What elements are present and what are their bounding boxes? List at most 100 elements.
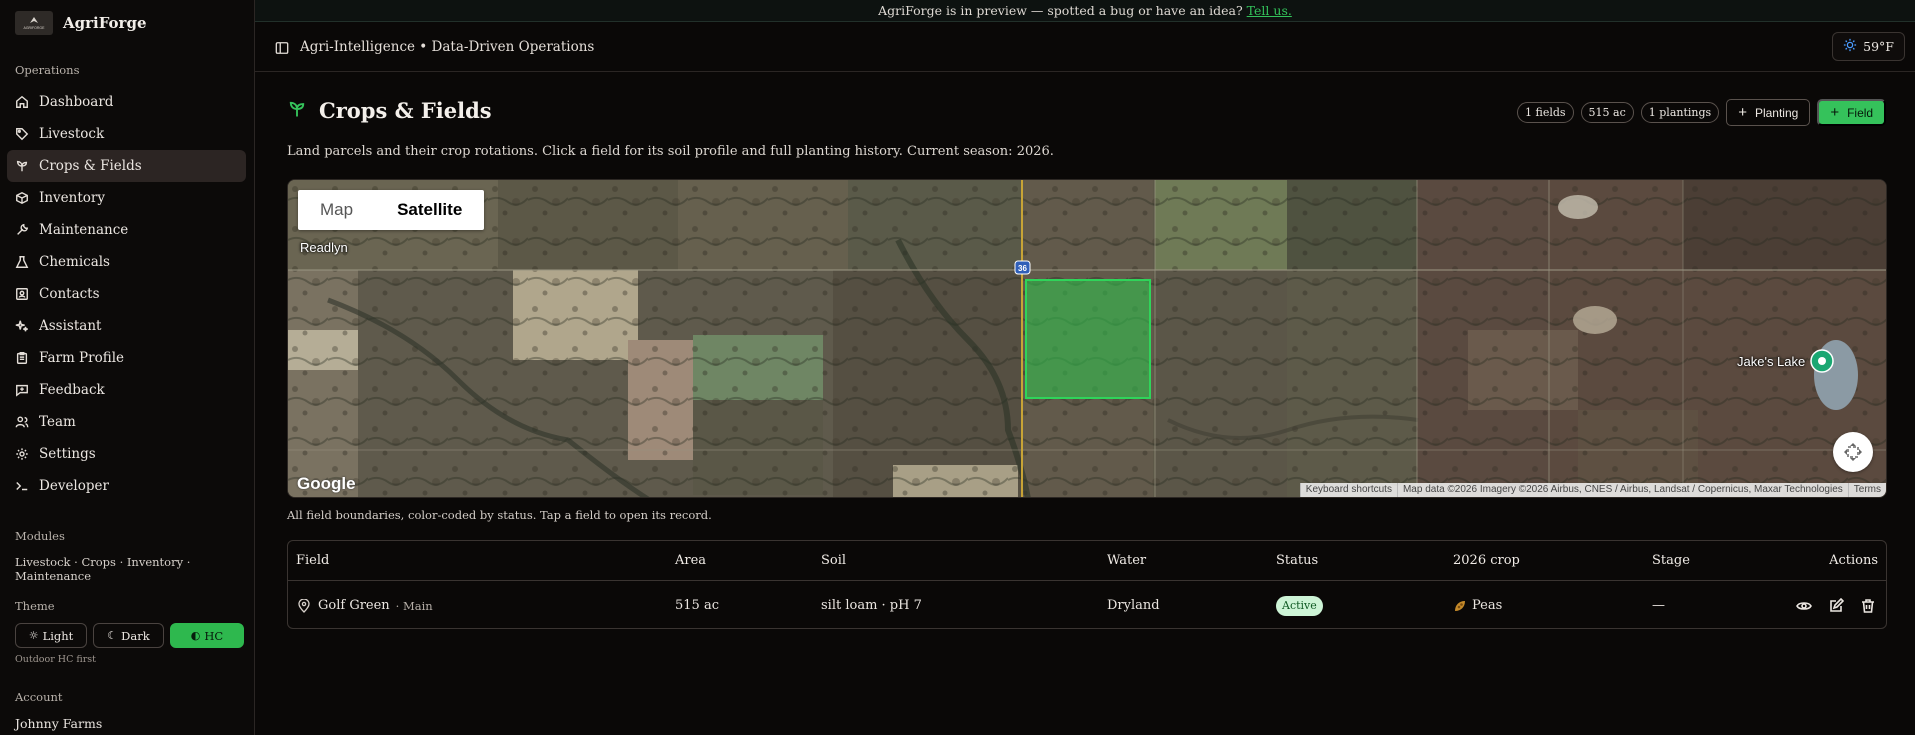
- actions-cell: [1780, 582, 1876, 629]
- stage-cell: —: [1652, 598, 1665, 613]
- sidebar-item-crops-fields[interactable]: Crops & Fields: [7, 150, 246, 182]
- modules-list: Livestock · Crops · Inventory · Maintena…: [15, 555, 191, 583]
- soil-cell: silt loam · pH 7: [821, 598, 922, 613]
- weather-temp: 59°F: [1863, 39, 1894, 54]
- satellite-imagery: 36: [288, 180, 1886, 497]
- map-view-button[interactable]: Map: [298, 190, 375, 230]
- move-icon: [1844, 443, 1862, 461]
- sprout-icon: [15, 159, 29, 173]
- theme-dark-label: Dark: [121, 628, 150, 643]
- add-field-label: Field: [1847, 105, 1874, 120]
- add-planting-button[interactable]: + Planting: [1726, 99, 1811, 126]
- column-header-water[interactable]: Water: [1107, 541, 1146, 580]
- sidebar-item-livestock[interactable]: Livestock: [7, 118, 246, 150]
- area-chip: 515 ac: [1580, 102, 1634, 123]
- sidebar-item-team[interactable]: Team: [7, 406, 246, 438]
- sidebar-item-feedback[interactable]: Feedback: [7, 374, 246, 406]
- column-header-field[interactable]: Field: [296, 541, 329, 580]
- edit-icon[interactable]: [1828, 597, 1844, 614]
- map-type-toggle: Map Satellite: [298, 190, 485, 230]
- page-title: Crops & Fields: [319, 98, 492, 123]
- field-name[interactable]: Golf Green: [318, 598, 390, 613]
- map-caption: All field boundaries, color-coded by sta…: [287, 508, 712, 522]
- sidebar-item-label: Team: [39, 414, 76, 430]
- add-field-button[interactable]: + Field: [1817, 99, 1887, 126]
- theme-hint: Outdoor HC first: [15, 654, 96, 665]
- plantings-chip: 1 plantings: [1640, 102, 1720, 123]
- table-row[interactable]: Golf Green · Main 515 ac silt loam · pH …: [288, 582, 1886, 629]
- trash-icon[interactable]: [1860, 598, 1876, 614]
- column-header-actions: Actions: [1829, 553, 1878, 568]
- sidebar-item-label: Livestock: [39, 126, 105, 142]
- table-header: Field Area Soil Water Status 2026 crop S…: [288, 541, 1886, 581]
- moon-icon: ☾: [107, 629, 118, 642]
- theme-switcher: ☼ Light ☾ Dark ◐ HC: [15, 623, 244, 648]
- sidebar-item-label: Settings: [39, 446, 96, 462]
- page-heading: Crops & Fields: [287, 98, 492, 123]
- brand-logo: AGRIFORGE: [15, 11, 53, 35]
- crop-name: Peas: [1472, 598, 1503, 613]
- message-icon: [15, 383, 29, 397]
- theme-hc-button[interactable]: ◐ HC: [170, 623, 244, 648]
- account-label: Account: [15, 690, 63, 704]
- sidebar-item-assistant[interactable]: Assistant: [7, 310, 246, 342]
- column-header-soil[interactable]: Soil: [821, 541, 846, 580]
- map-pin-icon: [298, 598, 310, 613]
- brand-name: AgriForge: [63, 14, 147, 32]
- sidebar-item-label: Crops & Fields: [39, 158, 142, 174]
- google-logo: Google: [297, 474, 356, 493]
- svg-text:AGRIFORGE: AGRIFORGE: [23, 26, 45, 30]
- sidebar-toggle-icon[interactable]: [275, 40, 289, 54]
- column-header-crop[interactable]: 2026 crop: [1453, 541, 1520, 580]
- weather-widget[interactable]: 59°F: [1832, 32, 1905, 61]
- column-header-area[interactable]: Area: [675, 541, 706, 580]
- operations-label: Operations: [15, 63, 80, 77]
- theme-dark-button[interactable]: ☾ Dark: [93, 623, 164, 648]
- satellite-map[interactable]: 36 Map Satellite Readlyn Jake's Lake Goo…: [287, 179, 1887, 498]
- preview-banner: AgriForge is in preview — spotted a bug …: [255, 0, 1915, 22]
- area-cell: 515 ac: [675, 598, 719, 613]
- map-camera-control[interactable]: [1833, 432, 1873, 472]
- view-eye-icon[interactable]: [1796, 598, 1812, 614]
- column-header-stage[interactable]: Stage: [1652, 541, 1690, 580]
- account-name[interactable]: Johnny Farms: [15, 716, 102, 731]
- sun-icon: ☼: [28, 629, 39, 642]
- brand[interactable]: AGRIFORGE AgriForge: [15, 10, 147, 36]
- plus-icon: +: [1830, 104, 1840, 121]
- sidebar-item-contacts[interactable]: Contacts: [7, 278, 246, 310]
- brand-logo-icon: AGRIFORGE: [23, 17, 45, 30]
- sidebar-item-developer[interactable]: Developer: [7, 470, 246, 502]
- sparkles-icon: [15, 319, 29, 333]
- sidebar-item-inventory[interactable]: Inventory: [7, 182, 246, 214]
- app-root: AGRIFORGE AgriForge Operations Dashboard…: [0, 0, 1915, 735]
- keyboard-shortcuts-link[interactable]: Keyboard shortcuts: [1299, 483, 1397, 497]
- tag-icon: [15, 127, 29, 141]
- theme-light-button[interactable]: ☼ Light: [15, 623, 87, 648]
- box-icon: [15, 191, 29, 205]
- plus-icon: +: [1738, 104, 1747, 121]
- theme-hc-label: HC: [204, 628, 224, 643]
- banner-link[interactable]: Tell us.: [1247, 3, 1292, 18]
- sidebar-item-maintenance[interactable]: Maintenance: [7, 214, 246, 246]
- sidebar-item-chemicals[interactable]: Chemicals: [7, 246, 246, 278]
- terms-link[interactable]: Terms: [1847, 483, 1886, 497]
- sidebar-item-settings[interactable]: Settings: [7, 438, 246, 470]
- sidebar-nav: Dashboard Livestock Crops & Fields Inven…: [7, 86, 246, 502]
- sidebar-item-farm-profile[interactable]: Farm Profile: [7, 342, 246, 374]
- highway-shield-label: 36: [1018, 264, 1027, 273]
- modules-label: Modules: [15, 529, 65, 543]
- lake-label: Jake's Lake: [1737, 354, 1806, 369]
- satellite-view-button[interactable]: Satellite: [375, 190, 484, 230]
- sidebar-item-label: Developer: [39, 478, 109, 494]
- field-tag: · Main: [395, 598, 433, 613]
- contact-icon: [15, 287, 29, 301]
- crop-cell: Peas: [1453, 582, 1502, 629]
- column-header-status[interactable]: Status: [1276, 541, 1318, 580]
- home-icon: [15, 95, 29, 109]
- gear-icon: [15, 447, 29, 461]
- sidebar-item-label: Inventory: [39, 190, 105, 206]
- sidebar-item-label: Assistant: [39, 318, 102, 334]
- sidebar-item-dashboard[interactable]: Dashboard: [7, 86, 246, 118]
- wrench-icon: [15, 223, 29, 237]
- fields-table: Field Area Soil Water Status 2026 crop S…: [287, 540, 1887, 629]
